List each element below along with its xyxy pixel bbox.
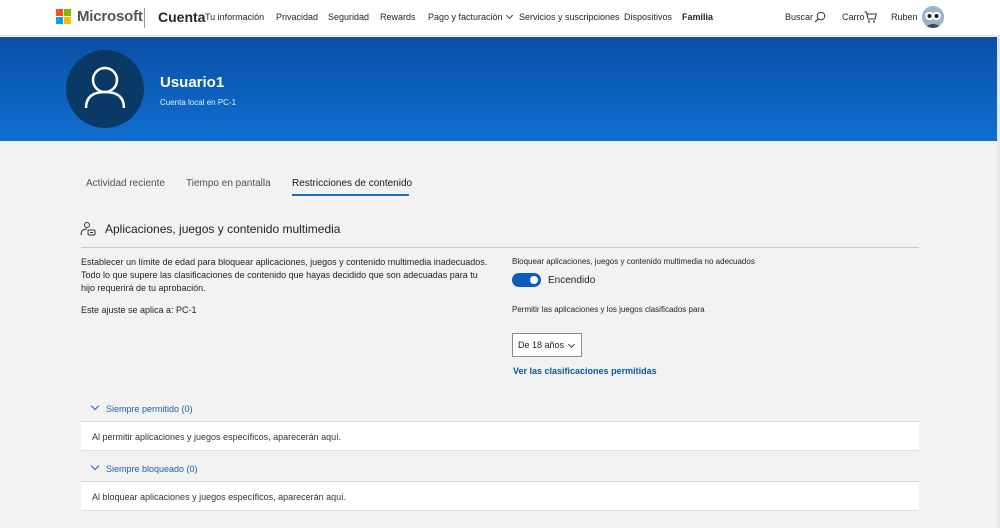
section-title: Aplicaciones, juegos y contenido multime… [105,222,341,236]
microsoft-logo-icon[interactable] [56,9,72,25]
accordion-label: Siempre bloqueado (0) [106,464,198,474]
chevron-down-icon [567,340,576,349]
accordion-body-blocked: Al bloquear aplicaciones y juegos especí… [81,481,919,511]
tab-restricciones-contenido[interactable]: Restricciones de contenido [292,178,412,189]
person-icon [84,66,126,109]
block-content-label: Bloquear aplicaciones, juegos y contenid… [512,257,755,266]
nav-tu-informacion[interactable]: Tu información [205,12,264,22]
active-tab-indicator [292,194,409,196]
user-avatar[interactable] [922,6,944,28]
accordion-always-blocked[interactable]: Siempre bloqueado (0) [81,457,919,481]
age-rating-value: De 18 años [518,340,565,350]
applies-to-text: Este ajuste se aplica a: PC-1 [81,305,197,315]
view-ratings-link[interactable]: Ver las clasificaciones permitidas [513,366,657,376]
nav-seguridad[interactable]: Seguridad [328,12,369,22]
search-button-label[interactable]: Buscar [785,12,813,22]
profile-avatar [66,50,144,128]
nav-pago-label: Pago y facturación [428,12,503,22]
avatar-owl-icon [922,6,944,28]
tab-actividad-reciente[interactable]: Actividad reciente [86,178,165,189]
tab-tiempo-en-pantalla[interactable]: Tiempo en pantalla [186,178,271,189]
profile-banner: Usuario1 Cuenta local en PC-1 [0,37,1000,141]
nav-rewards[interactable]: Rewards [380,12,416,22]
nav-privacidad[interactable]: Privacidad [276,12,318,22]
section-description: Establecer un límite de edad para bloque… [81,257,488,293]
nav-dispositivos[interactable]: Dispositivos [624,12,672,22]
search-icon[interactable] [814,11,826,23]
toggle-state-label: Encendido [548,275,596,286]
cart-icon[interactable] [864,11,877,23]
nav-familia[interactable]: Familia [682,12,713,22]
cart-button-label[interactable]: Carro [842,12,865,22]
nav-divider [144,8,145,28]
product-name[interactable]: Cuenta [158,9,205,25]
top-nav: Microsoft Cuenta Tu información Privacid… [0,0,1000,36]
chevron-down-icon [90,461,100,471]
chevron-down-icon [505,11,513,20]
profile-name: Usuario1 [160,74,225,91]
chevron-down-icon [90,401,100,411]
profile-subtitle: Cuenta local en PC-1 [160,98,237,107]
accordion-always-allowed[interactable]: Siempre permitido (0) [81,397,919,421]
accordion-label: Siempre permitido (0) [106,404,193,414]
section-divider [81,247,919,248]
nav-servicios[interactable]: Servicios y suscripciones [519,12,620,22]
apps-games-icon [80,222,96,236]
age-rating-select[interactable]: De 18 años [512,333,582,357]
brand-name[interactable]: Microsoft [77,8,143,25]
nav-pago-facturacion[interactable]: Pago y facturación [428,11,513,22]
accordion-body-allowed: Al permitir aplicaciones y juegos especí… [81,421,919,451]
age-rating-label: Permitir las aplicaciones y los juegos c… [512,305,705,314]
content-area: Actividad reciente Tiempo en pantalla Re… [50,141,970,528]
user-menu-label[interactable]: Ruben [891,12,918,22]
block-content-toggle[interactable] [512,273,541,287]
